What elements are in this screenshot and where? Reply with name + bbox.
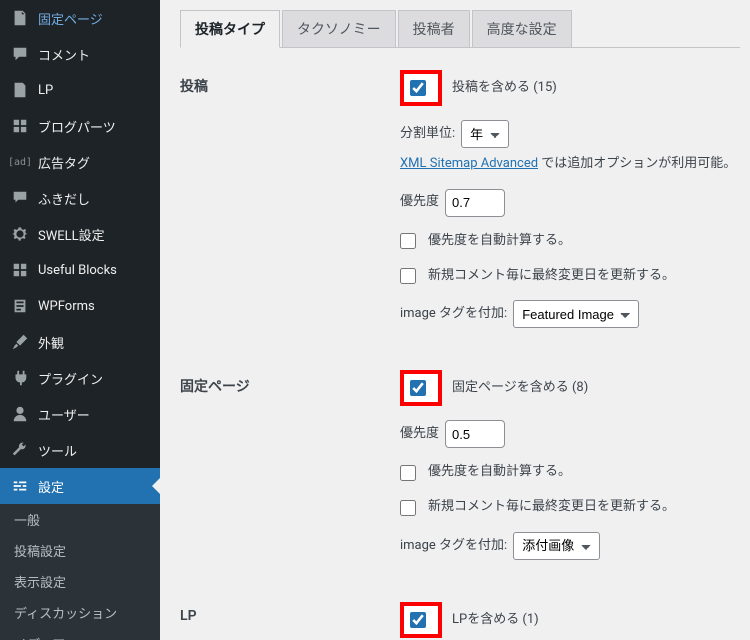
- sidebar-item-usefulblocks[interactable]: Useful Blocks: [0, 252, 160, 288]
- section-title-post: 投稿: [180, 70, 400, 96]
- sidebar-item-users[interactable]: ユーザー: [0, 396, 160, 432]
- sidebar-item-appearance[interactable]: 外観: [0, 324, 160, 360]
- post-update-on-comment-checkbox[interactable]: [400, 268, 416, 284]
- sidebar-item-plugins[interactable]: プラグイン: [0, 360, 160, 396]
- page-auto-priority-checkbox[interactable]: [400, 465, 416, 481]
- section-lp: LP LPを含める (1) 分割単位: 年 XML Sitemap Advanc…: [180, 602, 740, 640]
- sidebar-item-wpforms[interactable]: WPForms: [0, 288, 160, 324]
- sidebar-item-label: 広告タグ: [38, 153, 90, 172]
- submenu-item-reading[interactable]: 表示設定: [0, 566, 160, 597]
- page-priority-label: 優先度: [400, 424, 439, 445]
- sidebar-item-label: 外観: [38, 333, 64, 352]
- gear-icon: [10, 224, 30, 244]
- brush-icon: [10, 332, 30, 352]
- sidebar-item-blogparts[interactable]: ブログパーツ: [0, 108, 160, 144]
- sidebar-item-lp[interactable]: LP: [0, 72, 160, 108]
- post-advanced-link[interactable]: XML Sitemap Advanced: [400, 156, 538, 171]
- tab-author[interactable]: 投稿者: [398, 10, 470, 48]
- highlight-post-include: [400, 70, 442, 106]
- page-include-label[interactable]: 固定ページを含める (8): [452, 378, 588, 399]
- user-icon: [10, 404, 30, 424]
- sidebar-item-label: SWELL設定: [38, 225, 105, 244]
- sidebar-item-label: 設定: [38, 477, 64, 496]
- post-include-checkbox[interactable]: [410, 80, 426, 96]
- tab-advanced[interactable]: 高度な設定: [472, 10, 572, 48]
- post-priority-label: 優先度: [400, 192, 439, 213]
- section-post: 投稿 投稿を含める (15) 分割単位: 年 XML Sitemap Advan…: [180, 70, 740, 342]
- sidebar-item-label: Useful Blocks: [38, 263, 117, 278]
- page-image-select[interactable]: 添付画像: [513, 532, 600, 560]
- lp-icon: [10, 80, 30, 100]
- section-title-page: 固定ページ: [180, 370, 400, 396]
- sidebar-item-page[interactable]: 固定ページ: [0, 0, 160, 36]
- tab-posttype[interactable]: 投稿タイプ: [180, 10, 280, 48]
- page-update-on-comment-checkbox[interactable]: [400, 500, 416, 516]
- sidebar-item-label: 固定ページ: [38, 9, 103, 28]
- post-update-on-comment-label[interactable]: 新規コメント毎に最終変更日を更新する。: [428, 266, 675, 287]
- section-title-lp: LP: [180, 602, 400, 624]
- sidebar-item-label: LP: [38, 83, 53, 98]
- tabs: 投稿タイプ タクソノミー 投稿者 高度な設定: [180, 10, 740, 48]
- wrench-icon: [10, 440, 30, 460]
- page-priority-input[interactable]: [445, 420, 505, 448]
- tab-taxonomy[interactable]: タクソノミー: [282, 10, 396, 48]
- sidebar-item-label: ふきだし: [38, 189, 90, 208]
- sidebar-item-label: プラグイン: [38, 369, 103, 388]
- lp-include-label[interactable]: LPを含める (1): [452, 610, 539, 631]
- speech-icon: [10, 188, 30, 208]
- page-icon: [10, 8, 30, 28]
- submenu-item-discussion[interactable]: ディスカッション: [0, 597, 160, 628]
- comment-icon: [10, 44, 30, 64]
- post-image-select[interactable]: Featured Image: [513, 300, 639, 328]
- sidebar-item-tools[interactable]: ツール: [0, 432, 160, 468]
- admin-sidebar: 固定ページ コメント LP ブログパーツ [ad] 広告タグ ふきだし SWEL…: [0, 0, 160, 640]
- post-priority-input[interactable]: [445, 189, 505, 217]
- sidebar-item-adtag[interactable]: [ad] 広告タグ: [0, 144, 160, 180]
- page-auto-priority-label[interactable]: 優先度を自動計算する。: [428, 462, 571, 483]
- form-icon: [10, 296, 30, 316]
- sidebar-item-label: WPForms: [38, 299, 95, 314]
- sidebar-item-swell[interactable]: SWELL設定: [0, 216, 160, 252]
- sidebar-item-label: ツール: [38, 441, 77, 460]
- page-image-label: image タグを付加:: [400, 536, 507, 557]
- section-page: 固定ページ 固定ページを含める (8) 優先度 優先度を自動計算する。 新規コメ…: [180, 370, 740, 574]
- post-link-tail: では追加オプションが利用可能。: [538, 156, 736, 171]
- lp-include-checkbox[interactable]: [410, 612, 426, 628]
- sidebar-item-label: コメント: [38, 45, 90, 64]
- post-split-label: 分割単位:: [400, 124, 455, 145]
- sliders-icon: [10, 476, 30, 496]
- submenu-item-media[interactable]: メディア: [0, 628, 160, 640]
- sidebar-item-comment[interactable]: コメント: [0, 36, 160, 72]
- sidebar-item-fukidashi[interactable]: ふきだし: [0, 180, 160, 216]
- submenu-item-writing[interactable]: 投稿設定: [0, 535, 160, 566]
- sidebar-item-label: ブログパーツ: [38, 117, 116, 136]
- post-auto-priority-checkbox[interactable]: [400, 233, 416, 249]
- page-include-checkbox[interactable]: [410, 380, 426, 396]
- grid-icon: [10, 116, 30, 136]
- sidebar-item-label: ユーザー: [38, 405, 90, 424]
- post-include-label[interactable]: 投稿を含める (15): [452, 78, 557, 99]
- main-content: 投稿タイプ タクソノミー 投稿者 高度な設定 投稿 投稿を含める (15) 分割…: [160, 0, 750, 640]
- submenu-item-general[interactable]: 一般: [0, 504, 160, 535]
- adtag-icon: [ad]: [10, 152, 30, 172]
- post-split-select[interactable]: 年: [461, 120, 509, 148]
- highlight-page-include: [400, 370, 442, 406]
- settings-submenu: 一般 投稿設定 表示設定 ディスカッション メディア: [0, 504, 160, 640]
- post-image-label: image タグを付加:: [400, 304, 507, 325]
- plug-icon: [10, 368, 30, 388]
- page-update-on-comment-label[interactable]: 新規コメント毎に最終変更日を更新する。: [428, 497, 675, 518]
- highlight-lp-include: [400, 602, 442, 638]
- sidebar-item-settings[interactable]: 設定: [0, 468, 160, 504]
- blocks-icon: [10, 260, 30, 280]
- post-auto-priority-label[interactable]: 優先度を自動計算する。: [428, 231, 571, 252]
